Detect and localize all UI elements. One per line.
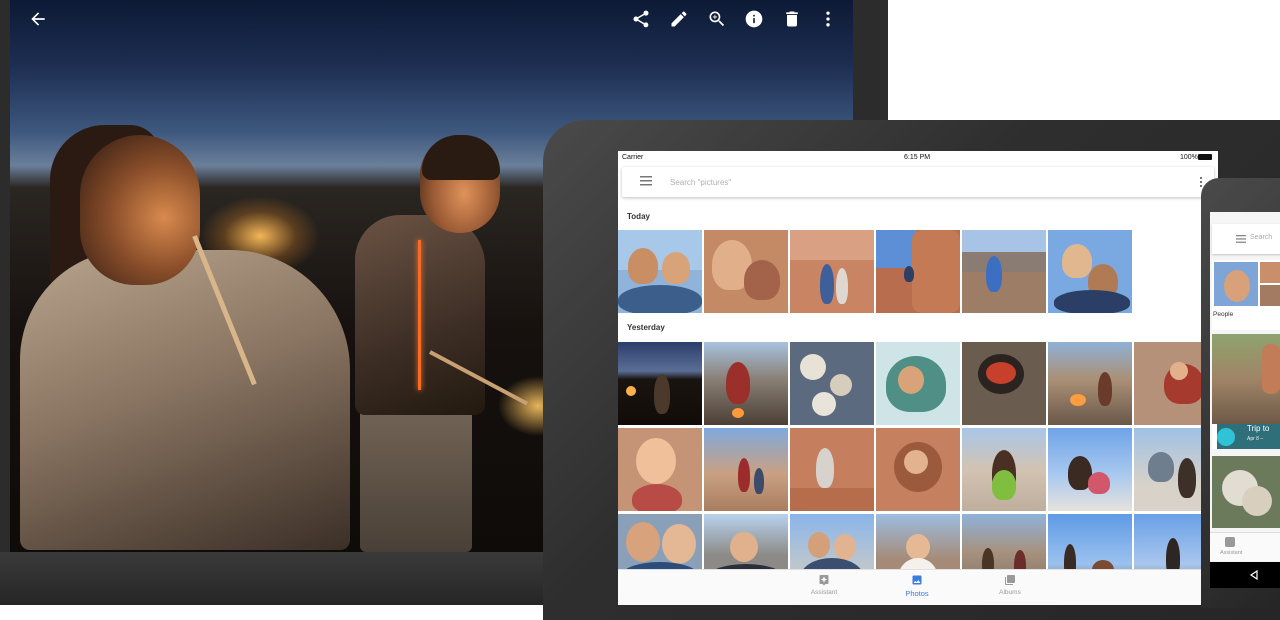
photo-thumbnail[interactable]	[704, 230, 788, 313]
trip-title: Trip to	[1247, 424, 1270, 433]
photo-thumbnail[interactable]	[1048, 342, 1132, 425]
edit-pencil-icon[interactable]	[669, 9, 689, 29]
jacket-zipper-glow	[418, 240, 421, 390]
android-nav-bar	[1210, 562, 1280, 588]
menu-hamburger-icon[interactable]	[1236, 235, 1246, 243]
search-input[interactable]	[670, 174, 1150, 190]
photo-thumbnail[interactable]	[704, 342, 788, 425]
section-header-today: Today	[627, 212, 650, 221]
nav-photos[interactable]: Photos	[887, 574, 947, 598]
battery-icon	[1198, 154, 1212, 160]
tablet-screen: Carrier 6:15 PM 100% Today	[618, 151, 1218, 605]
phone-search-placeholder: Search	[1250, 234, 1273, 241]
bottom-navigation: Assistant Photos Albums	[618, 569, 1218, 605]
photo-subject-woman	[20, 250, 350, 550]
people-thumbnail	[1214, 262, 1258, 306]
photo-thumbnail[interactable]	[790, 230, 874, 313]
arrow-left-icon[interactable]	[28, 9, 48, 29]
phone-search-bar[interactable]: Search	[1212, 224, 1280, 254]
zoom-in-icon[interactable]	[707, 9, 727, 29]
menu-hamburger-icon[interactable]	[640, 176, 652, 186]
delete-trash-icon[interactable]	[782, 9, 802, 29]
photo-thumbnail[interactable]	[962, 342, 1046, 425]
photo-thumbnail[interactable]	[704, 428, 788, 511]
nav-assistant[interactable]: Assistant	[794, 574, 854, 596]
trip-cover-photo	[1212, 334, 1280, 424]
phone-nav-assistant-label: Assistant	[1220, 550, 1243, 556]
people-thumbnail	[1260, 262, 1280, 283]
carrier-label: Carrier	[622, 154, 644, 161]
ios-status-bar: Carrier 6:15 PM 100%	[618, 151, 1218, 165]
phone-screen: Search People Trip to Apr 8 – Assistant	[1210, 212, 1280, 588]
photo-thumbnail[interactable]	[790, 428, 874, 511]
photos-icon	[911, 574, 923, 586]
battery-percent: 100%	[1180, 154, 1198, 161]
photo-thumbnail[interactable]	[790, 342, 874, 425]
photo-thumbnail[interactable]	[618, 230, 702, 313]
status-time: 6:15 PM	[904, 154, 931, 161]
trip-date: Apr 8 –	[1247, 436, 1264, 442]
trip-card[interactable]	[1212, 334, 1280, 449]
photo-thumbnail[interactable]	[876, 428, 960, 511]
share-icon[interactable]	[631, 9, 651, 29]
photo-thumbnail[interactable]	[962, 428, 1046, 511]
photo-thumbnail[interactable]	[876, 230, 960, 313]
nav-assistant-label: Assistant	[810, 589, 838, 596]
nav-photos-label: Photos	[905, 589, 929, 598]
people-card[interactable]	[1212, 260, 1280, 330]
people-label: People	[1213, 311, 1234, 318]
assistant-icon[interactable]	[1225, 537, 1235, 547]
photo-thumbnail[interactable]	[876, 342, 960, 425]
albums-icon	[1004, 574, 1016, 586]
nav-albums[interactable]: Albums	[980, 574, 1040, 596]
photo-thumbnail[interactable]	[618, 428, 702, 511]
photo-thumbnail[interactable]	[618, 342, 702, 425]
phone-bottom-navigation: Assistant	[1210, 532, 1280, 561]
people-thumbnail	[1260, 285, 1280, 306]
section-header-yesterday: Yesterday	[627, 323, 665, 332]
nav-albums-label: Albums	[999, 589, 1021, 596]
phone-photo-card[interactable]	[1212, 456, 1280, 528]
trip-icon	[1217, 428, 1235, 446]
photo-thumbnail[interactable]	[1048, 230, 1132, 313]
photo-thumbnail[interactable]	[1048, 428, 1132, 511]
more-vertical-icon[interactable]	[818, 9, 838, 29]
photo-subject-woman-face	[80, 135, 200, 285]
android-back-icon[interactable]	[1249, 570, 1259, 580]
info-icon[interactable]	[744, 9, 764, 29]
photo-thumbnail[interactable]	[962, 230, 1046, 313]
search-bar	[622, 167, 1214, 197]
viewer-toolbar	[10, 0, 853, 38]
photo-subject-boy-hair	[422, 135, 500, 180]
assistant-icon	[818, 574, 830, 586]
